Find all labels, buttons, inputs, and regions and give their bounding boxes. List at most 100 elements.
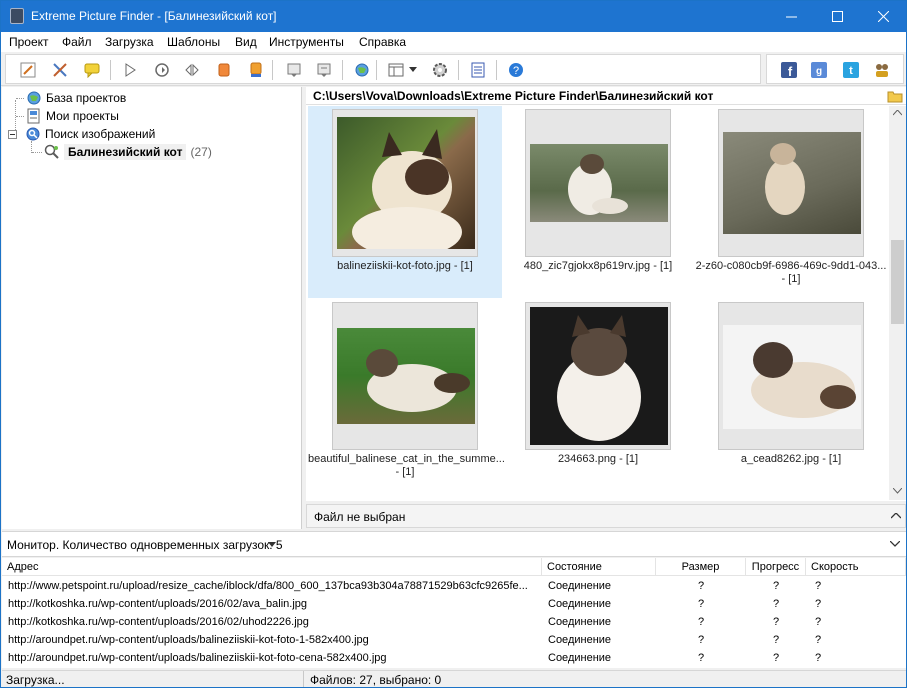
tree-item-image-search[interactable]: Поиск изображений <box>8 125 155 143</box>
thumbnail-caption-2: - [1] <box>781 273 801 285</box>
cat-photo-icon <box>366 349 470 412</box>
database-icon <box>27 91 41 105</box>
log-icon <box>471 62 485 78</box>
tree-item-label: Поиск изображений <box>45 127 156 141</box>
facebook-button[interactable]: f <box>779 60 799 80</box>
stop-button[interactable] <box>214 60 234 80</box>
table-cell-size: ? <box>697 598 705 610</box>
log-button[interactable] <box>468 60 488 80</box>
tree-item-balinese-cat[interactable]: Балинезийский кот (27) <box>44 143 212 161</box>
resume-button[interactable] <box>152 60 172 80</box>
table-cell-state: Соединение <box>548 652 612 664</box>
community-button[interactable] <box>872 60 892 80</box>
download-list-button[interactable] <box>284 60 304 80</box>
table-cell-state: Соединение <box>548 634 612 646</box>
downloads-table: Адрес Состояние Размер Прогресс Скорость… <box>2 558 906 668</box>
thumbnail-image <box>723 325 861 429</box>
thumbnail-grid: balineziiskii-kot-foto.jpg - [1] 480_zic… <box>306 106 888 500</box>
table-cell-progress: ? <box>772 598 780 610</box>
comment-button[interactable] <box>82 60 102 80</box>
twitter-button[interactable]: t <box>841 60 861 80</box>
skip-icon <box>185 63 199 77</box>
close-button[interactable] <box>860 1 906 32</box>
menu-templates[interactable]: Шаблоны <box>167 35 220 49</box>
tools-icon <box>53 63 67 77</box>
menu-file[interactable]: Файл <box>62 35 92 49</box>
tree-item-label: Балинезийский кот <box>64 144 187 160</box>
image-pane: C:\Users\Vova\Downloads\Extreme Picture … <box>306 87 906 501</box>
edit-project-button[interactable] <box>18 60 38 80</box>
grid-icon <box>388 63 404 77</box>
table-cell-speed: ? <box>815 652 822 664</box>
thumbnails-scrollbar[interactable] <box>889 106 906 500</box>
thumbnail-item[interactable]: 234663.png - [1] <box>501 299 695 491</box>
column-header[interactable]: Скорость <box>806 558 906 576</box>
tree-item-label: База проектов <box>46 91 127 105</box>
settings-button[interactable] <box>430 60 450 80</box>
view-mode-button[interactable] <box>386 60 406 80</box>
tree-item-label: Мои проекты <box>46 109 119 123</box>
scroll-down-icon[interactable] <box>893 488 902 494</box>
queue-button[interactable] <box>246 60 266 80</box>
tree-item-projects-db[interactable]: База проектов <box>26 89 126 107</box>
collapse-icon[interactable] <box>8 129 17 139</box>
help-button[interactable]: ? <box>506 60 526 80</box>
queue-icon <box>250 62 262 77</box>
thumbnail-item[interactable]: 480_zic7gjokx8p619rv.jpg - [1] <box>501 106 695 298</box>
chevron-down-icon[interactable] <box>268 542 276 547</box>
thumbnail-caption: a_cead8262.jpg - [1] <box>740 453 842 465</box>
thumbnail-item[interactable]: a_cead8262.jpg - [1] <box>694 299 888 491</box>
tools-button[interactable] <box>50 60 70 80</box>
scroll-thumb[interactable] <box>891 240 904 324</box>
svg-text:t: t <box>849 65 853 77</box>
menu-view[interactable]: Вид <box>235 35 257 49</box>
skip-button[interactable] <box>182 60 202 80</box>
file-info-bar: Файл не выбран <box>306 504 906 528</box>
scroll-up-icon[interactable] <box>893 110 902 116</box>
column-header[interactable]: Прогресс <box>746 558 806 576</box>
column-header[interactable]: Состояние <box>542 558 656 576</box>
status-left: Загрузка... <box>6 673 65 687</box>
thumbnail-item[interactable]: beautiful_balinese_cat_in_the_summe... -… <box>308 299 505 491</box>
chevron-up-icon[interactable] <box>891 513 901 519</box>
stop-icon <box>218 63 230 77</box>
thumbnail-caption-2: - [1] <box>395 466 415 478</box>
table-cell-state: Соединение <box>548 598 612 610</box>
chevron-down-icon[interactable] <box>890 541 900 547</box>
table-cell-speed: ? <box>815 634 822 646</box>
thumbnail-caption: 234663.png - [1] <box>557 453 639 465</box>
download-all-button[interactable] <box>314 60 334 80</box>
thumbnail-caption: beautiful_balinese_cat_in_the_summe... <box>308 453 505 465</box>
minimize-button[interactable] <box>768 1 814 32</box>
maximize-button[interactable] <box>814 1 860 32</box>
menu-download[interactable]: Загрузка <box>105 35 154 49</box>
status-right: Файлов: 27, выбрано: 0 <box>310 673 442 687</box>
svg-text:g: g <box>816 66 822 77</box>
download-all-icon <box>317 63 331 77</box>
table-cell-progress: ? <box>772 580 780 592</box>
gear-icon <box>433 63 447 77</box>
maximize-icon <box>831 11 843 22</box>
tree-item-my-projects[interactable]: Мои проекты <box>26 107 119 125</box>
table-cell-url: http://aroundpet.ru/wp-content/uploads/b… <box>8 652 387 664</box>
view-mode-dropdown[interactable] <box>408 60 418 80</box>
thumbnail-item[interactable]: balineziiskii-kot-foto.jpg - [1] <box>308 106 502 298</box>
folder-icon[interactable] <box>887 89 903 103</box>
table-cell-state: Соединение <box>548 580 612 592</box>
start-button[interactable] <box>120 60 140 80</box>
browser-button[interactable] <box>352 60 372 80</box>
column-header[interactable]: Размер <box>656 558 746 576</box>
thumbnail-image <box>530 307 668 445</box>
menu-bar: Проект Файл Загрузка Шаблоны Вид Инструм… <box>1 32 906 52</box>
menu-tools[interactable]: Инструменты <box>269 35 344 49</box>
cat-photo-icon <box>751 342 856 418</box>
users-icon <box>876 64 888 77</box>
table-cell-progress: ? <box>772 616 780 628</box>
app-icon <box>10 8 24 24</box>
googleplus-button[interactable]: g <box>809 60 829 80</box>
menu-project[interactable]: Проект <box>9 35 49 49</box>
thumbnail-item[interactable]: 2-z60-c080cb9f-6986-469c-9dd1-043... - [… <box>694 106 888 298</box>
menu-help[interactable]: Справка <box>359 35 406 49</box>
cat-photo-icon <box>352 129 462 257</box>
column-header[interactable]: Адрес <box>2 558 542 576</box>
